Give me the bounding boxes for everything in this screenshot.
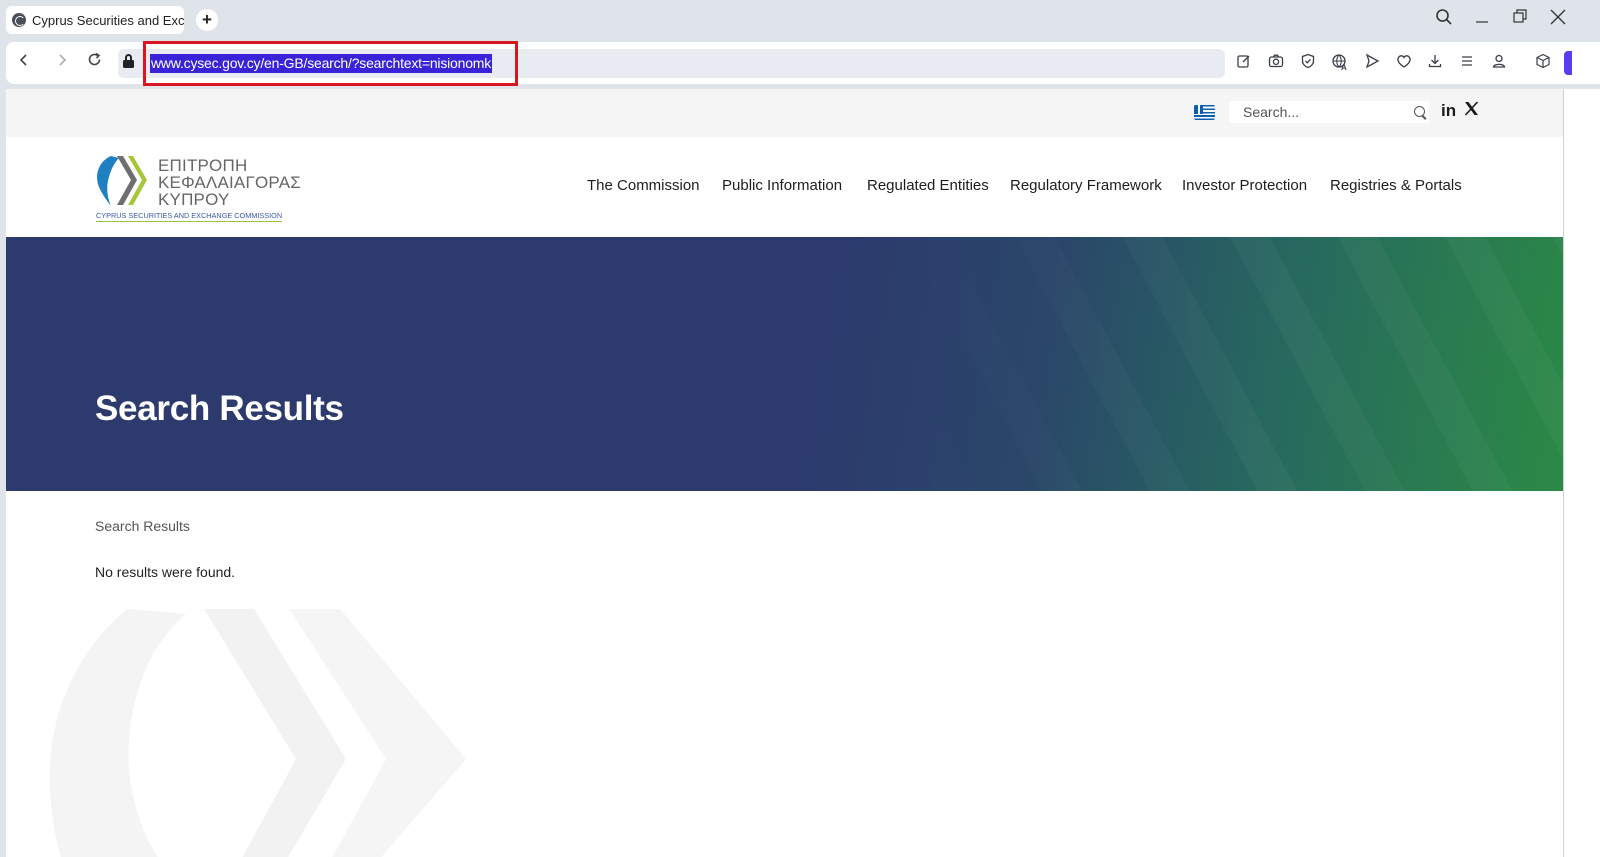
nav-regulatory-framework[interactable]: Regulatory Framework [1010, 177, 1162, 194]
download-icon[interactable] [1426, 53, 1444, 71]
edit-icon[interactable] [1235, 53, 1253, 71]
logo-mark-icon [97, 156, 147, 206]
camera-icon[interactable] [1267, 53, 1285, 71]
nav-regulated-entities[interactable]: Regulated Entities [867, 177, 989, 194]
heart-icon[interactable] [1395, 53, 1413, 71]
x-twitter-icon[interactable] [1464, 100, 1479, 121]
logo-greek-line: ΕΠΙΤΡΟΠΗ [158, 156, 248, 175]
site-header: ΕΠΙΤΡΟΠΗ ΚΕΦΑΛΑΙΑΓΟΡΑΣ ΚΥΠΡΟΥ CYPRUS SEC… [6, 137, 1563, 237]
linkedin-icon[interactable]: in [1441, 101, 1456, 121]
search-icon[interactable] [1414, 106, 1425, 117]
page-right-edge [1563, 89, 1600, 857]
nav-public-information[interactable]: Public Information [722, 177, 842, 194]
utility-bar: in [6, 89, 1563, 137]
menu-icon[interactable] [1458, 53, 1476, 71]
site-search [1229, 101, 1429, 123]
tab-title: Cyprus Securities and Exchange Commissio… [32, 12, 184, 28]
nav-the-commission[interactable]: The Commission [587, 177, 700, 194]
svg-text:A: A [1341, 63, 1347, 71]
back-icon[interactable] [13, 52, 35, 74]
minimize-icon[interactable] [1469, 8, 1495, 30]
logo-greek-line: ΚΥΠΡΟΥ [158, 190, 230, 209]
globe-icon [12, 13, 26, 27]
logo-watermark-icon [49, 609, 466, 857]
extensions-icon[interactable] [1534, 53, 1552, 71]
new-tab-button[interactable]: + [196, 9, 218, 31]
translate-icon[interactable]: A [1331, 53, 1349, 72]
tab-bar: Cyprus Securities and Exchange Commissio… [0, 0, 1600, 40]
close-window-icon[interactable] [1545, 8, 1571, 30]
logo-greek-line: ΚΕΦΑΛΑΙΑΓΟΡΑΣ [158, 173, 301, 192]
logo-greek-text: ΕΠΙΤΡΟΠΗ ΚΕΦΑΛΑΙΑΓΟΡΑΣ ΚΥΠΡΟΥ [158, 157, 301, 208]
breadcrumb: Search Results [95, 518, 190, 534]
no-results-message: No results were found. [95, 564, 236, 580]
greek-flag-icon[interactable] [1194, 105, 1215, 120]
browser-tab[interactable]: Cyprus Securities and Exchange Commissio… [6, 6, 184, 34]
forward-icon[interactable] [51, 52, 73, 74]
cysec-logo[interactable]: ΕΠΙΤΡΟΠΗ ΚΕΦΑΛΑΙΑΓΟΡΑΣ ΚΥΠΡΟΥ CYPRUS SEC… [95, 151, 305, 223]
nav-investor-protection[interactable]: Investor Protection [1182, 177, 1307, 194]
send-icon[interactable] [1363, 53, 1381, 71]
search-tabs-icon[interactable] [1431, 8, 1457, 30]
reload-icon[interactable] [83, 52, 105, 74]
sidebar-toggle-icon[interactable] [1564, 51, 1572, 75]
url-text[interactable]: www.cysec.gov.cy/en-GB/search/?searchtex… [150, 54, 493, 73]
shield-icon[interactable] [1299, 53, 1317, 71]
hero-banner: Search Results [6, 237, 1563, 491]
site-search-input[interactable] [1243, 103, 1403, 121]
page-title: Search Results [95, 389, 344, 428]
nav-registries-portals[interactable]: Registries & Portals [1330, 177, 1462, 194]
hero-stripes [6, 237, 1563, 491]
profile-icon[interactable] [1490, 53, 1508, 71]
restore-icon[interactable] [1507, 8, 1533, 30]
logo-english-text: CYPRUS SECURITIES AND EXCHANGE COMMISSIO… [96, 211, 283, 222]
lock-icon [123, 54, 135, 68]
web-page: in ΕΠΙΤΡΟΠΗ ΚΕΦΑΛΑΙΑΓΟΡΑΣ ΚΥΠΡΟΥ CYPRUS … [6, 89, 1563, 857]
